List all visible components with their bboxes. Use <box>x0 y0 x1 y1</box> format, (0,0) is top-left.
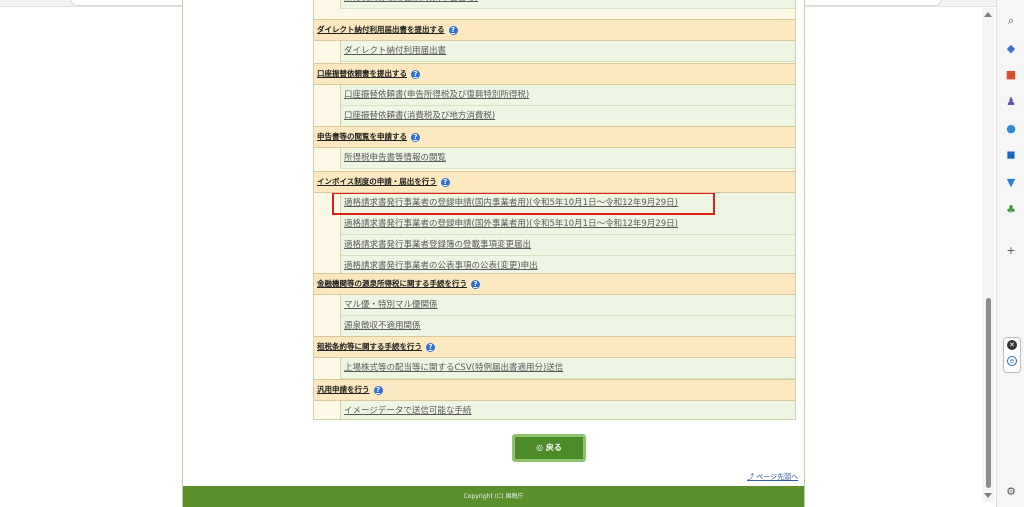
section-heading: 口座振替依頼書を提出する? <box>314 63 795 85</box>
help-icon[interactable]: ? <box>373 385 383 395</box>
section-tax-return-viewing: 申告書等の閲覧を申請する? 所得税申告書等情報の閲覧 <box>314 126 795 169</box>
section-direct-payment: ダイレクト納付利用届出書を提出する? ダイレクト納付利用届出書 <box>314 19 795 62</box>
procedure-link[interactable]: 口座振替依頼書(消費税及び地方消費税) <box>341 106 795 127</box>
page-content: 所得税関係帳簿書類関係(申告書等) ダイレクト納付利用届出書を提出する? ダイレ… <box>182 0 805 507</box>
search-icon[interactable]: ⌕ <box>1004 14 1018 28</box>
tree-icon[interactable]: ♣ <box>1004 203 1018 217</box>
section-invoice-system: インボイス制度の申請・届出を行う? 適格請求書発行事業者の登録申請(国内事業者用… <box>314 171 795 277</box>
procedure-link[interactable]: 適格請求書発行事業者登録簿の登載事項変更届出 <box>341 235 795 256</box>
procedure-link[interactable]: 源泉徴収不適用関係 <box>341 316 795 337</box>
procedure-panel: 所得税関係帳簿書類関係(申告書等) ダイレクト納付利用届出書を提出する? ダイレ… <box>313 0 796 420</box>
procedure-link[interactable]: イメージデータで送信可能な手続 <box>341 401 795 419</box>
procedure-link[interactable]: ダイレクト納付利用届出書 <box>341 41 795 62</box>
section-heading: 申告書等の閲覧を申請する? <box>314 126 795 148</box>
section-heading: インボイス制度の申請・届出を行う? <box>314 171 795 193</box>
scroll-thumb[interactable] <box>986 298 991 488</box>
procedure-link[interactable]: 口座振替依頼書(申告所得税及び復興特別所得税) <box>341 85 795 106</box>
browser-sidebar: ⌕ ◆ ■ ♟ ● ◼ ▼ ♣ + ⚙ <box>996 0 1024 507</box>
scrollbar[interactable] <box>982 8 994 502</box>
help-icon[interactable]: ? <box>411 132 420 142</box>
help-icon[interactable]: ? <box>440 177 450 187</box>
footer-copyright: Copyright (C) 国税庁 <box>183 486 804 507</box>
section-title[interactable]: 申告書等の閲覧を申請する <box>317 132 407 141</box>
section-heading: 汎用申請を行う? <box>314 379 795 401</box>
help-icon[interactable]: ? <box>426 342 435 352</box>
section-title[interactable]: 口座振替依頼書を提出する <box>317 69 407 78</box>
procedure-link[interactable]: 所得税関係帳簿書類関係(申告書等) <box>341 0 795 9</box>
back-button[interactable]: ◎ 戻る <box>512 434 586 462</box>
scroll-down-arrow-icon[interactable] <box>984 493 992 498</box>
procedure-link[interactable]: 所得税申告書等情報の閲覧 <box>341 148 795 169</box>
section-heading: 金融機関等の源泉所得税に関する手続を行う? <box>314 273 795 295</box>
section-account-transfer: 口座振替依頼書を提出する? 口座振替依頼書(申告所得税及び復興特別所得税) 口座… <box>314 63 795 127</box>
invoice-registration-domestic-link[interactable]: 適格請求書発行事業者の登録申請(国内事業者用)(令和5年10月1日～令和12年9… <box>332 192 715 215</box>
invoice-registration-foreign-link[interactable]: 適格請求書発行事業者の登録申請(国外事業者用)(令和5年10月1日～令和12年9… <box>341 214 795 235</box>
section-financial-institutions: 金融機関等の源泉所得税に関する手続を行う? マル優・特別マル優関係 源泉徴収不適… <box>314 273 795 337</box>
toolbox-icon[interactable]: ■ <box>1004 68 1018 82</box>
section-title[interactable]: ダイレクト納付利用届出書を提出する <box>317 25 445 34</box>
plus-icon[interactable]: + <box>1004 244 1018 258</box>
section-tax-treaty: 租税条約等に関する手続を行う? 上場株式等の配当等に関するCSV(特例届出書適用… <box>314 336 795 379</box>
section-title[interactable]: 租税条約等に関する手続を行う <box>317 342 422 351</box>
procedure-link[interactable]: 上場株式等の配当等に関するCSV(特例届出書適用分)送信 <box>341 358 795 379</box>
shopping-icon[interactable]: ▼ <box>1004 176 1018 190</box>
section-general-application: 汎用申請を行う? イメージデータで送信可能な手続 <box>314 379 795 419</box>
help-icon[interactable]: ? <box>448 25 458 35</box>
outlook-icon[interactable]: ◼ <box>1004 148 1018 162</box>
scroll-up-arrow-icon[interactable] <box>984 12 992 17</box>
help-icon[interactable]: ? <box>471 279 480 289</box>
section-title[interactable]: 金融機関等の源泉所得税に関する手続を行う <box>317 279 467 288</box>
help-icon[interactable]: ? <box>411 69 420 79</box>
section-heading: ダイレクト納付利用届出書を提出する? <box>314 19 795 41</box>
procedure-link[interactable]: マル優・特別マル優関係 <box>341 295 795 316</box>
page-top-label: ページ先頭へ <box>756 473 799 481</box>
settings-icon[interactable]: ⚙ <box>1004 485 1018 499</box>
section-title[interactable]: 汎用申請を行う <box>317 385 370 394</box>
section-title[interactable]: インボイス制度の申請・届出を行う <box>317 177 437 186</box>
extension-tab[interactable]: ✕ e <box>1003 337 1021 373</box>
section-heading: 租税条約等に関する手続を行う? <box>314 336 795 358</box>
office-icon[interactable]: ● <box>1004 122 1018 136</box>
tag-icon[interactable]: ◆ <box>1004 42 1018 56</box>
page-top-link[interactable]: ⤴ ページ先頭へ <box>747 472 798 482</box>
close-icon[interactable]: ✕ <box>1007 340 1017 350</box>
extension-e-icon[interactable]: e <box>1007 356 1017 366</box>
section-partial-top: 所得税関係帳簿書類関係(申告書等) <box>314 0 795 9</box>
people-icon[interactable]: ♟ <box>1004 95 1018 109</box>
